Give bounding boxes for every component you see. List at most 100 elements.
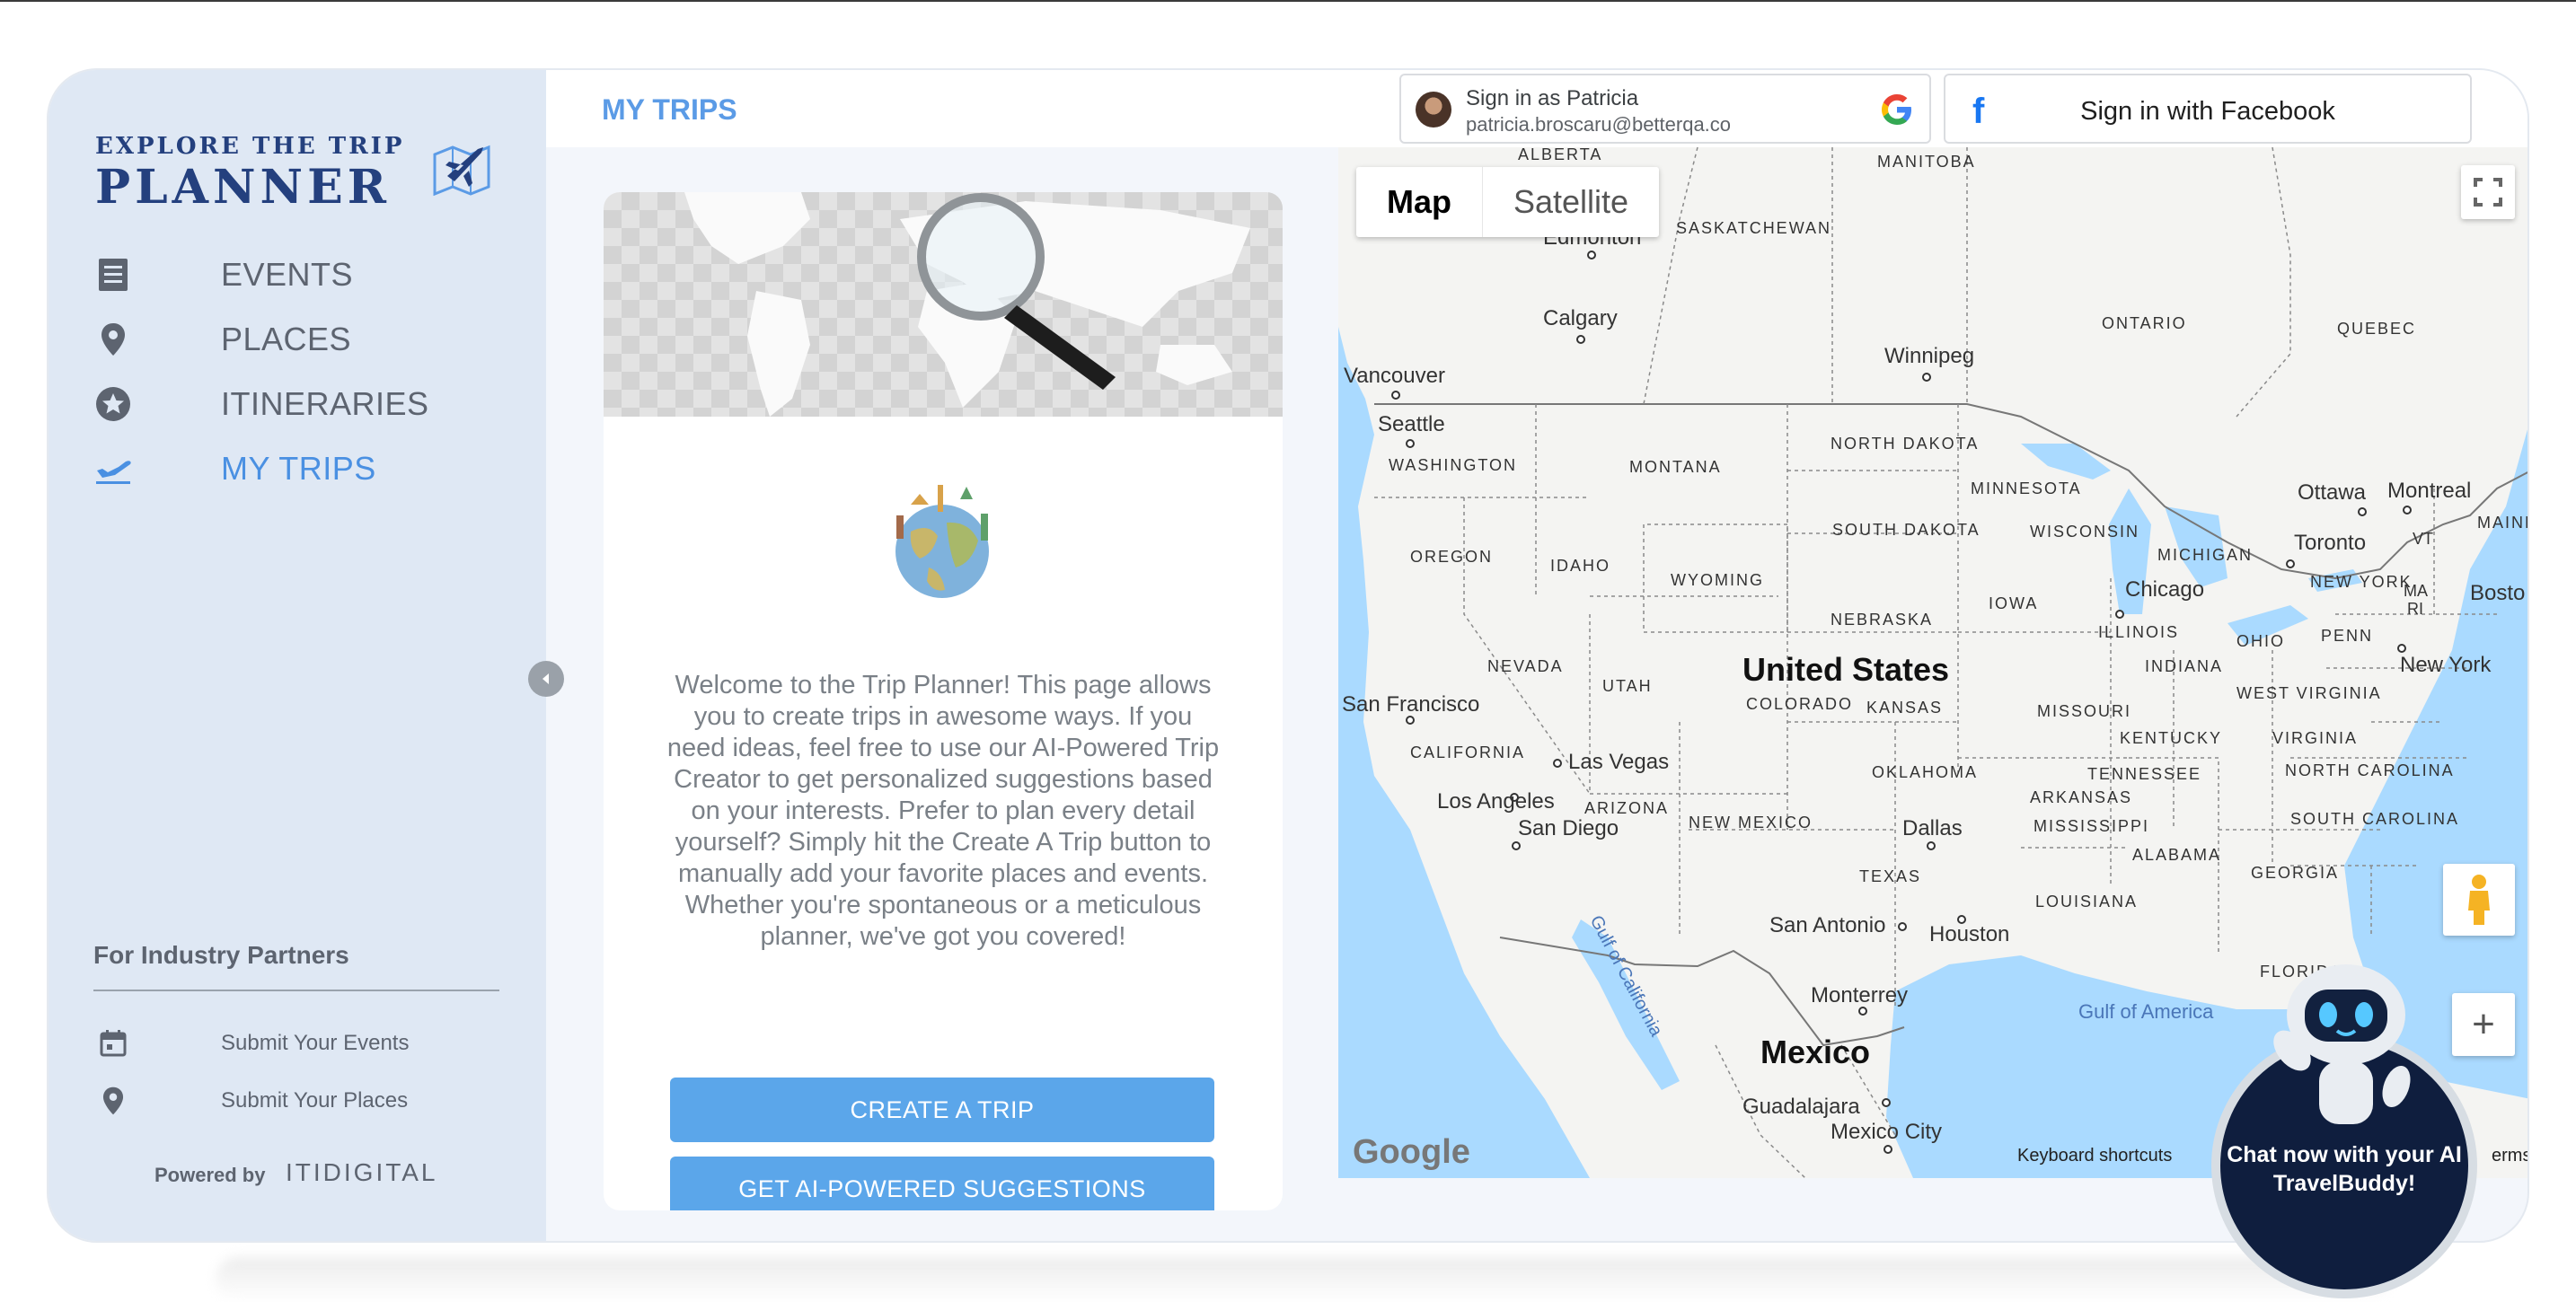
map-plane-icon	[433, 145, 490, 196]
map-label-winnipeg: Winnipeg	[1884, 344, 1974, 368]
map-label-wisconsin: WISCONSIN	[2030, 523, 2139, 541]
nav-label-itineraries: ITINERARIES	[221, 385, 429, 422]
map-label-new-york-state: NEW YORK	[2310, 573, 2413, 591]
world-map-magnifier-image	[604, 192, 1283, 417]
map-label-mississippi: MISSISSIPPI	[2033, 817, 2149, 835]
map-tab-satellite[interactable]: Satellite	[1482, 167, 1659, 237]
ai-travelbuddy-chat-button[interactable]: Chat now with your AI TravelBuddy!	[2211, 952, 2481, 1298]
map-label-south-carolina: SOUTH CAROLINA	[2290, 810, 2459, 828]
map-label-arkansas: ARKANSAS	[2030, 788, 2132, 806]
list-icon	[93, 255, 133, 295]
powered-by-text: Powered by	[154, 1164, 266, 1186]
logo-line1: EXPLORE THE TRIP	[95, 133, 405, 160]
map-label-chicago: Chicago	[2125, 577, 2204, 602]
map-tab-map[interactable]: Map	[1356, 167, 1482, 237]
map-label-san-francisco: San Francisco	[1342, 692, 1479, 717]
map-pin-icon	[93, 1081, 133, 1121]
map-label-penn: PENN	[2321, 627, 2373, 645]
map-label-san-antonio: San Antonio	[1769, 913, 1885, 937]
map-label-vt: VT	[2413, 530, 2433, 548]
map-label-ri: RI	[2407, 600, 2423, 618]
avatar	[1416, 92, 1451, 128]
page-shadow	[216, 1257, 2389, 1302]
itidigital-logo[interactable]: ITIDIGITAL	[286, 1158, 438, 1187]
google-logo-icon	[1882, 94, 1911, 125]
submit-events-link[interactable]: Submit Your Events	[93, 1024, 471, 1063]
collapse-sidebar-button[interactable]	[528, 661, 564, 697]
map-label-las-vegas: Las Vegas	[1568, 750, 1669, 774]
map-label-ottawa: Ottawa	[2298, 480, 2367, 505]
map-label-south-dakota: SOUTH DAKOTA	[1832, 521, 1981, 539]
map-label-arizona: ARIZONA	[1584, 799, 1669, 817]
trip-intro-card: Welcome to the Trip Planner! This page a…	[604, 192, 1283, 1210]
map-label-san-diego: San Diego	[1518, 816, 1619, 840]
map-label-utah: UTAH	[1602, 677, 1653, 695]
map-label-minnesota: MINNESOTA	[1971, 479, 2082, 497]
map-label-california: CALIFORNIA	[1410, 743, 1525, 761]
map-label-alberta: ALBERTA	[1518, 147, 1602, 163]
submit-places-link[interactable]: Submit Your Places	[93, 1081, 471, 1121]
street-view-pegman-button[interactable]	[2443, 864, 2515, 936]
fullscreen-button[interactable]	[2461, 165, 2515, 219]
sidebar: EXPLORE THE TRIP PLANNER EVENTS PLACES I…	[49, 70, 546, 1241]
map-label-new-mexico: NEW MEXICO	[1689, 814, 1813, 831]
map-label-seattle: Seattle	[1378, 412, 1445, 436]
partners-divider	[93, 990, 499, 991]
map-label-indiana: INDIANA	[2145, 657, 2223, 675]
map-label-vancouver: Vancouver	[1344, 364, 1445, 388]
map-label-illinois: ILLINOIS	[2098, 623, 2179, 641]
welcome-text: Welcome to the Trip Planner! This page a…	[666, 671, 1220, 951]
map-type-toggle: Map Satellite	[1356, 167, 1660, 237]
google-sign-in-button[interactable]: Sign in as Patricia patricia.broscaru@be…	[1399, 74, 1931, 144]
arrow-left-icon	[543, 673, 549, 684]
map-label-north-carolina: NORTH CAROLINA	[2285, 761, 2455, 779]
page-title: MY TRIPS	[602, 93, 737, 126]
map-label-tennessee: TENNESSEE	[2087, 765, 2201, 783]
google-sign-in-email: patricia.broscaru@betterqa.co	[1466, 113, 1732, 136]
map-label-wyoming: WYOMING	[1671, 571, 1764, 589]
map-label-nevada: NEVADA	[1487, 657, 1564, 675]
ai-suggestions-button[interactable]: GET AI-POWERED SUGGESTIONS	[670, 1157, 1214, 1210]
map-label-mexico: Mexico	[1760, 1034, 1870, 1070]
map-label-kentucky: KENTUCKY	[2120, 729, 2222, 747]
map-label-michigan: MICHIGAN	[2157, 546, 2253, 564]
map-label-quebec: QUEBEC	[2337, 320, 2416, 338]
nav-item-events[interactable]: EVENTS	[93, 250, 471, 300]
submit-places-label: Submit Your Places	[221, 1088, 409, 1113]
map-label-guadalajara: Guadalajara	[1742, 1095, 1860, 1119]
map-label-washington: WASHINGTON	[1389, 456, 1517, 474]
map-label-boston: Bosto	[2470, 581, 2525, 605]
map-label-united-states: United States	[1742, 651, 1949, 688]
app-logo[interactable]: EXPLORE THE TRIP PLANNER	[95, 133, 490, 215]
map-label-west-virginia: WEST VIRGINIA	[2236, 684, 2382, 702]
map-label-colorado: COLORADO	[1746, 695, 1853, 713]
star-icon	[93, 384, 133, 424]
robot-icon	[2273, 964, 2411, 1124]
nav-item-itineraries[interactable]: ITINERARIES	[93, 379, 471, 429]
map-label-dallas: Dallas	[1902, 816, 1963, 840]
map-label-toronto: Toronto	[2294, 531, 2366, 555]
terms-link[interactable]: erms	[2492, 1146, 2527, 1166]
map-label-houston: Houston	[1929, 922, 2009, 946]
map-label-montana: MONTANA	[1629, 458, 1722, 476]
map-label-maine: MAINE	[2477, 514, 2529, 532]
nav-item-places[interactable]: PLACES	[93, 314, 471, 365]
map-label-oklahoma: OKLAHOMA	[1872, 763, 1978, 781]
map-label-texas: TEXAS	[1859, 867, 1921, 885]
map-label-oregon: OREGON	[1410, 548, 1493, 566]
google-map-logo: Google	[1353, 1133, 1470, 1171]
window-top-border	[0, 0, 2576, 2]
map-label-gulf-mexico: Gulf of America	[2078, 1000, 2214, 1023]
calendar-icon	[93, 1024, 133, 1063]
map-label-alabama: ALABAMA	[2132, 846, 2221, 864]
nav-label-places: PLACES	[221, 321, 352, 357]
map-label-ohio: OHIO	[2236, 632, 2285, 650]
map-label-montreal: Montreal	[2387, 479, 2471, 503]
facebook-sign-in-button[interactable]: f Sign in with Facebook	[1944, 74, 2472, 144]
nav-item-my-trips[interactable]: MY TRIPS	[93, 444, 471, 494]
keyboard-shortcuts-link[interactable]: Keyboard shortcuts	[2017, 1146, 2172, 1166]
map-label-new-york-city: New York	[2400, 653, 2492, 677]
map-label-iowa: IOWA	[1989, 594, 2038, 612]
create-trip-button[interactable]: CREATE A TRIP	[670, 1078, 1214, 1142]
map-label-monterrey: Monterrey	[1811, 983, 1908, 1007]
